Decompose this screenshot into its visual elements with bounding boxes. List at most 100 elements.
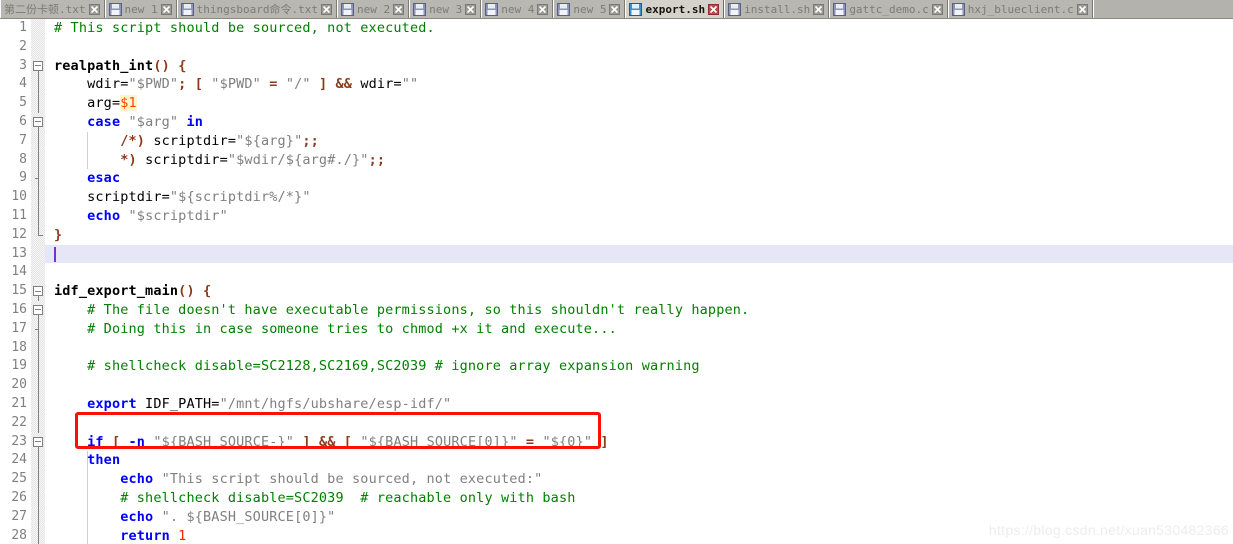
code-line-content[interactable] bbox=[45, 414, 1233, 433]
fold-margin-cell[interactable] bbox=[31, 94, 45, 113]
tab-new-2[interactable]: new 2 bbox=[336, 0, 410, 18]
fold-margin-cell[interactable] bbox=[31, 413, 45, 433]
fold-margin-cell[interactable] bbox=[31, 507, 45, 527]
fold-margin-cell[interactable] bbox=[31, 470, 45, 489]
fold-margin-cell[interactable] bbox=[31, 225, 45, 245]
fold-margin-cell[interactable] bbox=[31, 19, 45, 38]
fold-margin-cell[interactable] bbox=[31, 112, 45, 132]
close-icon[interactable] bbox=[931, 4, 943, 15]
code-line[interactable]: 5 arg=$1 bbox=[0, 94, 1233, 113]
code-line-content[interactable]: # shellcheck disable=SC2128,SC2169,SC203… bbox=[45, 357, 1233, 376]
code-line[interactable]: 10 scriptdir="${scriptdir%/*}" bbox=[0, 188, 1233, 207]
fold-margin-cell[interactable] bbox=[31, 432, 45, 452]
code-line[interactable]: 12} bbox=[0, 225, 1233, 245]
code-line-content[interactable] bbox=[45, 38, 1233, 57]
code-line[interactable]: 18 bbox=[0, 338, 1233, 358]
tab-bar[interactable]: 第二份卡顿.txt new 1 thingsboard命令.txt new 2 new … bbox=[0, 0, 1233, 19]
tab-new-3[interactable]: new 3 bbox=[409, 0, 482, 18]
fold-margin-cell[interactable] bbox=[31, 376, 45, 395]
tab-install-sh[interactable]: install.sh bbox=[724, 0, 830, 18]
code-line-content[interactable]: case "$arg" in bbox=[45, 113, 1233, 132]
code-line[interactable]: 23 if [ -n "${BASH_SOURCE-}" ] && [ "${B… bbox=[0, 432, 1233, 452]
code-line[interactable]: 21 export IDF_PATH="/mnt/hgfs/ubshare/es… bbox=[0, 394, 1233, 414]
fold-margin-cell[interactable] bbox=[31, 338, 45, 358]
code-line[interactable]: 25 echo "This script should be sourced, … bbox=[0, 470, 1233, 489]
code-line-content[interactable]: realpath_int() { bbox=[45, 57, 1233, 76]
close-icon[interactable] bbox=[537, 4, 549, 15]
close-icon[interactable] bbox=[88, 4, 100, 15]
code-line-content[interactable] bbox=[45, 339, 1233, 358]
fold-margin-cell[interactable] bbox=[31, 282, 45, 302]
code-line-content[interactable]: esac bbox=[45, 169, 1233, 188]
fold-margin-cell[interactable] bbox=[31, 488, 45, 508]
fold-margin-cell[interactable] bbox=[31, 394, 45, 414]
code-line-content[interactable]: /*) scriptdir="${arg}";; bbox=[45, 131, 1233, 151]
fold-collapse-icon[interactable] bbox=[33, 304, 43, 315]
fold-margin-cell[interactable] bbox=[31, 319, 45, 339]
code-line[interactable]: 15 idf_export_main() { bbox=[0, 282, 1233, 302]
code-line-content[interactable]: wdir="$PWD"; [ "$PWD" = "/" ] && wdir="" bbox=[45, 75, 1233, 94]
code-line-content[interactable]: then bbox=[45, 451, 1233, 471]
code-line[interactable]: 14 bbox=[0, 263, 1233, 283]
close-icon[interactable] bbox=[320, 4, 332, 15]
code-line-content[interactable] bbox=[45, 263, 1233, 282]
tab-export-sh[interactable]: export.sh bbox=[625, 0, 725, 18]
code-line-content[interactable] bbox=[45, 376, 1233, 395]
fold-margin-cell[interactable] bbox=[31, 150, 45, 170]
close-icon[interactable] bbox=[393, 4, 405, 15]
fold-collapse-icon[interactable] bbox=[33, 436, 43, 447]
code-line-content[interactable]: echo "This script should be sourced, not… bbox=[45, 470, 1233, 489]
code-line[interactable]: 22 bbox=[0, 413, 1233, 433]
fold-margin-cell[interactable] bbox=[31, 526, 45, 544]
code-line-content[interactable]: if [ -n "${BASH_SOURCE-}" ] && [ "${BASH… bbox=[45, 433, 1233, 452]
code-line[interactable]: 24 then bbox=[0, 451, 1233, 471]
tab-hxj-blueclient-c[interactable]: hxj_blueclient.c bbox=[947, 0, 1093, 18]
code-line-content[interactable]: # shellcheck disable=SC2039 # reachable … bbox=[45, 488, 1233, 508]
code-line-content[interactable]: export IDF_PATH="/mnt/hgfs/ubshare/esp-i… bbox=[45, 395, 1233, 414]
fold-margin-cell[interactable] bbox=[31, 188, 45, 207]
code-line[interactable]: 26 # shellcheck disable=SC2039 # reachab… bbox=[0, 488, 1233, 508]
close-icon[interactable] bbox=[708, 4, 720, 15]
fold-margin-cell[interactable] bbox=[31, 131, 45, 151]
code-line[interactable]: 11 echo "$scriptdir" bbox=[0, 206, 1233, 226]
code-line-content[interactable]: } bbox=[45, 226, 1233, 245]
code-line[interactable]: 2 bbox=[0, 37, 1233, 57]
fold-margin-cell[interactable] bbox=[31, 244, 45, 264]
code-line[interactable]: 9 esac bbox=[0, 169, 1233, 189]
editor-area[interactable]: 1 # This script should be sourced, not ex… bbox=[0, 19, 1233, 544]
fold-collapse-icon[interactable] bbox=[33, 116, 43, 127]
fold-margin-cell[interactable] bbox=[31, 263, 45, 283]
close-icon[interactable] bbox=[1076, 4, 1088, 15]
close-icon[interactable] bbox=[465, 4, 477, 15]
close-icon[interactable] bbox=[813, 4, 825, 15]
code-line[interactable]: 17 # Doing this in case someone tries to… bbox=[0, 319, 1233, 339]
code-line[interactable]: 3 realpath_int() { bbox=[0, 56, 1233, 76]
fold-margin-cell[interactable] bbox=[31, 75, 45, 95]
code-line[interactable]: 6 case "$arg" in bbox=[0, 112, 1233, 132]
tab-thingsboard-txt[interactable]: thingsboard命令.txt bbox=[176, 0, 337, 18]
code-line[interactable]: 7 /*) scriptdir="${arg}";; bbox=[0, 131, 1233, 151]
fold-margin-cell[interactable] bbox=[31, 206, 45, 226]
code-line-content[interactable]: # The file doesn't have executable permi… bbox=[45, 301, 1233, 320]
tab-new-4[interactable]: new 4 bbox=[481, 0, 554, 18]
close-icon[interactable] bbox=[160, 4, 172, 15]
code-line-content[interactable]: scriptdir="${scriptdir%/*}" bbox=[45, 188, 1233, 207]
code-line-content[interactable] bbox=[45, 244, 1233, 264]
fold-margin-cell[interactable] bbox=[31, 169, 45, 189]
fold-margin-cell[interactable] bbox=[31, 56, 45, 76]
code-line-content[interactable]: *) scriptdir="$wdir/${arg#./}";; bbox=[45, 150, 1233, 170]
code-line-content[interactable]: idf_export_main() { bbox=[45, 282, 1233, 301]
code-line-content[interactable]: arg=$1 bbox=[45, 94, 1233, 113]
tab-new-1[interactable]: new 1 bbox=[104, 0, 177, 18]
fold-collapse-icon[interactable] bbox=[33, 286, 43, 297]
fold-margin-cell[interactable] bbox=[31, 300, 45, 320]
fold-margin-cell[interactable] bbox=[31, 37, 45, 57]
code-line-content[interactable]: # Doing this in case someone tries to ch… bbox=[45, 320, 1233, 339]
fold-margin-cell[interactable] bbox=[31, 357, 45, 377]
code-line[interactable]: 20 bbox=[0, 376, 1233, 395]
code-line[interactable]: 19 # shellcheck disable=SC2128,SC2169,SC… bbox=[0, 357, 1233, 377]
tab-new-5[interactable]: new 5 bbox=[553, 0, 626, 18]
code-line-content[interactable]: echo "$scriptdir" bbox=[45, 207, 1233, 226]
code-line-content[interactable]: # This script should be sourced, not exe… bbox=[45, 19, 1233, 38]
code-line[interactable]: 8 *) scriptdir="$wdir/${arg#./}";; bbox=[0, 150, 1233, 170]
